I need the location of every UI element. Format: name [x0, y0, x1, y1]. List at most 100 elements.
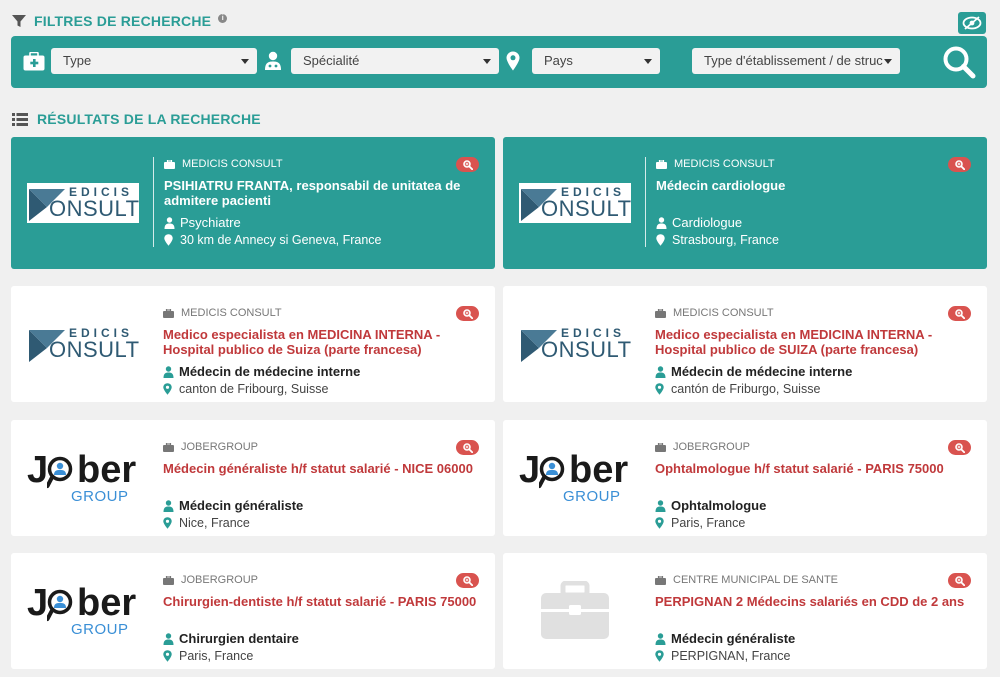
logo-text-j: J — [27, 582, 49, 624]
map-marker-icon — [163, 649, 179, 662]
result-card[interactable]: CENTRE MUNICIPAL DE SANTE PERPIGNAN 2 Méd… — [503, 553, 987, 669]
map-marker-icon — [163, 516, 179, 529]
specialty-label: Psychiatre — [180, 215, 241, 230]
preview-button[interactable] — [456, 440, 479, 455]
list-icon — [12, 112, 28, 126]
result-card[interactable]: EDICIS ONSULT MEDICIS CONSULT Medico especi… — [11, 286, 495, 402]
briefcase-icon — [163, 308, 174, 318]
preview-button[interactable] — [948, 440, 971, 455]
filter-icon — [12, 15, 26, 27]
briefcase-icon — [655, 575, 666, 585]
chevron-down-icon — [483, 59, 491, 64]
filters-header: FILTRES DE RECHERCHE i — [12, 12, 228, 30]
logo-text-j: J — [519, 449, 541, 491]
search-plus-icon — [462, 308, 473, 319]
map-marker-icon — [656, 233, 672, 246]
specialty-label: Médecin de médecine interne — [179, 364, 361, 379]
logo-text-onsult: ONSULT — [49, 337, 140, 362]
job-title-link[interactable]: Medico especialista en MEDICINA INTERNA … — [163, 327, 483, 359]
result-card[interactable]: Jber GROUP JOBERGROUP Chirurgien-dentiste h… — [11, 553, 495, 669]
filter-bar: Type Spécialité Pays Type d'établissemen… — [11, 36, 987, 88]
logo-text-group: GROUP — [563, 488, 621, 505]
medical-kit-icon — [23, 50, 45, 72]
logo-text-ber: ber — [77, 582, 137, 624]
briefcase-placeholder-icon — [541, 581, 609, 639]
etablissement-select[interactable]: Type d'établissement / de struc — [692, 48, 900, 74]
map-marker-icon — [655, 516, 671, 529]
location-label: PERPIGNAN, France — [671, 648, 791, 663]
job-title-link[interactable]: Chirurgien-dentiste h/f statut salarié -… — [163, 594, 483, 626]
briefcase-icon — [655, 442, 666, 452]
company-name: MEDICIS CONSULT — [674, 158, 775, 170]
company-name: MEDICIS CONSULT — [182, 158, 283, 170]
logo-text-onsult: ONSULT — [49, 196, 140, 221]
specialite-select-value: Spécialité — [303, 53, 360, 68]
job-title-link[interactable]: Médecin cardiologue — [656, 178, 975, 210]
preview-button[interactable] — [456, 573, 479, 588]
results-title: RÉSULTATS DE LA RECHERCHE — [37, 111, 261, 127]
preview-button[interactable] — [948, 573, 971, 588]
briefcase-icon — [163, 442, 174, 452]
result-card[interactable]: EDICIS ONSULT MEDICIS CONSULT Médecin cardi… — [503, 137, 987, 269]
edicis-consult-logo: EDICIS ONSULT — [519, 183, 631, 223]
edicis-consult-logo: EDICIS ONSULT — [519, 324, 631, 364]
company-name: JOBERGROUP — [181, 441, 259, 453]
chevron-down-icon — [241, 59, 249, 64]
map-marker-icon — [655, 649, 671, 662]
result-card[interactable]: Jber GROUP JOBERGROUP Médecin généraliste h… — [11, 420, 495, 536]
filters-title: FILTRES DE RECHERCHE — [34, 13, 212, 29]
doctor-icon — [163, 632, 179, 645]
job-title-link[interactable]: Medico especialista en MEDICINA INTERNA … — [655, 327, 975, 359]
company-name: MEDICIS CONSULT — [181, 307, 282, 319]
type-select[interactable]: Type — [51, 48, 257, 74]
preview-button[interactable] — [948, 306, 971, 321]
specialty-label: Chirurgien dentaire — [179, 631, 299, 646]
toggle-visibility-button[interactable] — [958, 12, 986, 34]
job-title-link[interactable]: Médecin généraliste h/f statut salarié -… — [163, 461, 483, 493]
search-plus-icon — [954, 575, 965, 586]
specialite-select[interactable]: Spécialité — [291, 48, 499, 74]
company-name: JOBERGROUP — [181, 574, 259, 586]
doctor-icon — [262, 50, 284, 72]
logo-text-ber: ber — [569, 449, 629, 491]
briefcase-icon — [655, 308, 666, 318]
info-icon[interactable]: i — [218, 13, 228, 23]
company-name: MEDICIS CONSULT — [673, 307, 774, 319]
result-card[interactable]: Jber GROUP JOBERGROUP Ophtalmologue h/f sta… — [503, 420, 987, 536]
briefcase-icon — [163, 575, 174, 585]
search-plus-icon — [954, 308, 965, 319]
pays-select[interactable]: Pays — [532, 48, 660, 74]
logo-text-group: GROUP — [71, 488, 129, 505]
eye-slash-icon — [962, 16, 982, 30]
company-name: JOBERGROUP — [673, 441, 751, 453]
magnifier-person-icon — [539, 456, 565, 488]
company-logo: Jber GROUP — [503, 420, 647, 536]
company-logo: Jber GROUP — [11, 420, 155, 536]
company-logo: Jber GROUP — [11, 553, 155, 669]
map-marker-icon — [163, 382, 179, 395]
doctor-icon — [656, 216, 672, 229]
doctor-icon — [163, 365, 179, 378]
result-card[interactable]: EDICIS ONSULT MEDICIS CONSULT Medico especi… — [503, 286, 987, 402]
search-button[interactable] — [931, 44, 987, 80]
job-title-link[interactable]: Ophtalmologue h/f statut salarié - PARIS… — [655, 461, 975, 493]
results-header: RÉSULTATS DE LA RECHERCHE — [12, 110, 261, 128]
doctor-icon — [655, 632, 671, 645]
edicis-consult-logo: EDICIS ONSULT — [27, 324, 139, 364]
search-icon — [943, 46, 976, 79]
logo-text-j: J — [27, 449, 49, 491]
briefcase-icon — [164, 159, 175, 169]
preview-button[interactable] — [456, 306, 479, 321]
job-title-link[interactable]: PERPIGNAN 2 Médecins salariés en CDD de … — [655, 594, 975, 626]
job-title-link[interactable]: PSIHIATRU FRANTA, responsabil de unitate… — [164, 178, 483, 210]
type-select-value: Type — [63, 53, 92, 68]
logo-text-onsult: ONSULT — [541, 196, 632, 221]
etablissement-select-value: Type d'établissement / de struc — [704, 53, 883, 68]
specialty-label: Ophtalmologue — [671, 498, 767, 513]
preview-button[interactable] — [456, 157, 479, 172]
preview-button[interactable] — [948, 157, 971, 172]
doctor-icon — [163, 499, 179, 512]
chevron-down-icon — [884, 59, 892, 64]
result-card[interactable]: EDICIS ONSULT MEDICIS CONSULT PSIHIATRU FRA… — [11, 137, 495, 269]
doctor-icon — [164, 216, 180, 229]
